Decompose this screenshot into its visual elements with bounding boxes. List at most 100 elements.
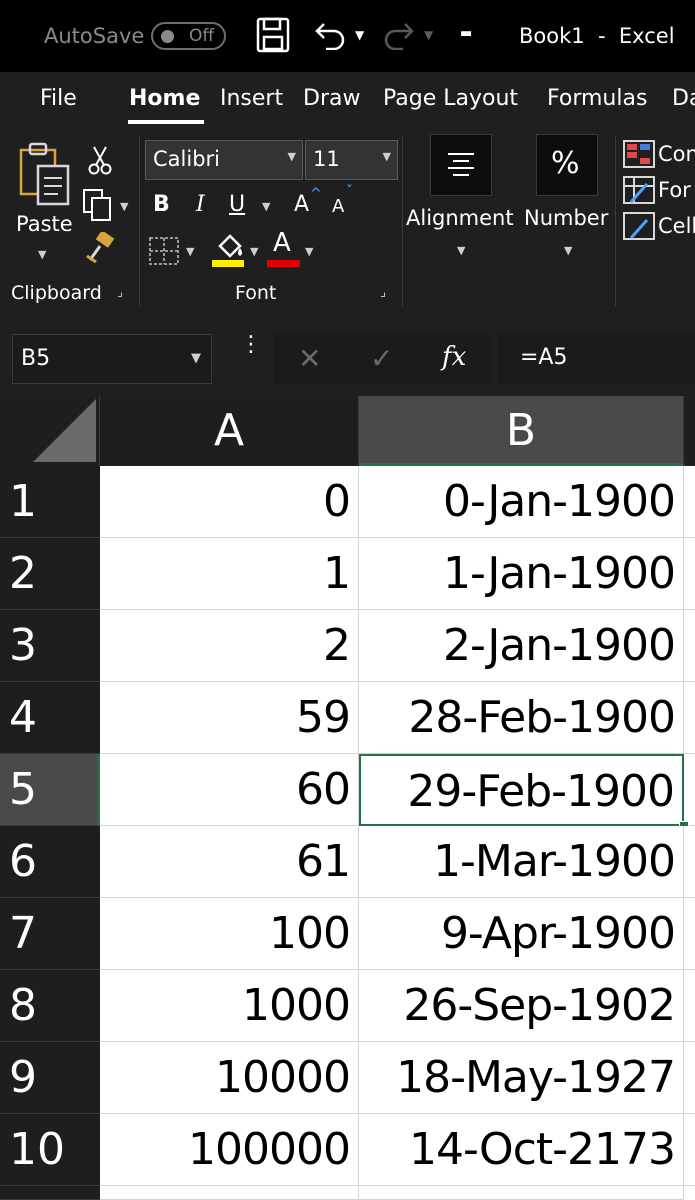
conditional-formatting-icon[interactable]: [623, 140, 655, 168]
select-all-corner[interactable]: [0, 396, 100, 466]
copy-dropdown-icon[interactable]: ▼: [120, 200, 128, 213]
clipboard-launcher-icon[interactable]: ⌟: [117, 285, 123, 300]
fill-color-icon[interactable]: [212, 230, 246, 270]
save-icon[interactable]: [256, 17, 290, 53]
row-header[interactable]: 10: [0, 1114, 100, 1186]
cell-c[interactable]: [684, 538, 695, 610]
tab-draw[interactable]: Draw: [303, 86, 360, 111]
column-header-c[interactable]: [684, 396, 695, 466]
row-header[interactable]: 5: [0, 754, 100, 826]
cell-c[interactable]: [684, 754, 695, 826]
cell-c[interactable]: [684, 682, 695, 754]
row-header[interactable]: 6: [0, 826, 100, 898]
cell-c[interactable]: [684, 610, 695, 682]
cell-b[interactable]: 0-Jan-1900: [359, 466, 684, 538]
alignment-label[interactable]: Alignment: [406, 206, 514, 230]
cell-a[interactable]: 1000: [100, 970, 359, 1042]
cell-b[interactable]: 28-Feb-1900: [359, 682, 684, 754]
italic-button[interactable]: I: [196, 192, 205, 217]
row-header[interactable]: 1: [0, 466, 100, 538]
tab-home[interactable]: Home: [129, 86, 200, 111]
bold-button[interactable]: B: [153, 192, 170, 217]
paste-label[interactable]: Paste: [16, 212, 73, 236]
tab-formulas[interactable]: Formulas: [547, 86, 647, 111]
cell-a[interactable]: 2: [100, 610, 359, 682]
insert-function-button[interactable]: fx: [442, 342, 466, 372]
cell-c[interactable]: [684, 466, 695, 538]
copy-icon[interactable]: [82, 188, 112, 222]
font-color-dropdown-icon[interactable]: ▼: [305, 245, 313, 258]
fill-color-dropdown-icon[interactable]: ▼: [250, 245, 258, 258]
column-header-b[interactable]: B: [359, 396, 684, 466]
cell-a[interactable]: 100000: [100, 1114, 359, 1186]
row-header[interactable]: 2: [0, 538, 100, 610]
cell-a[interactable]: 1: [100, 538, 359, 610]
row-header[interactable]: 8: [0, 970, 100, 1042]
cell[interactable]: [359, 1186, 684, 1200]
row-header[interactable]: 7: [0, 898, 100, 970]
cancel-icon[interactable]: ✕: [298, 342, 321, 375]
cell-styles-label[interactable]: Cell: [658, 214, 695, 238]
underline-button[interactable]: U: [229, 192, 245, 217]
cell[interactable]: [100, 1186, 359, 1200]
row-header[interactable]: 3: [0, 610, 100, 682]
undo-icon[interactable]: [314, 18, 346, 50]
tab-page-layout[interactable]: Page Layout: [383, 86, 518, 111]
font-size-combo[interactable]: 11 ▼: [305, 140, 398, 180]
cell-a[interactable]: 0: [100, 466, 359, 538]
cell-c[interactable]: [684, 898, 695, 970]
paste-dropdown-icon[interactable]: ▼: [38, 248, 46, 261]
redo-icon[interactable]: [383, 18, 415, 50]
tab-file[interactable]: File: [40, 86, 77, 111]
conditional-formatting-label[interactable]: Con: [658, 142, 695, 166]
cell-b[interactable]: 2-Jan-1900: [359, 610, 684, 682]
font-name-combo[interactable]: Calibri ▼: [145, 140, 303, 180]
cell-c[interactable]: [684, 826, 695, 898]
shrink-font-button[interactable]: A: [332, 196, 344, 217]
enter-icon[interactable]: ✓: [370, 342, 393, 375]
cell-a[interactable]: 100: [100, 898, 359, 970]
cell-b[interactable]: 26-Sep-1902: [359, 970, 684, 1042]
number-format-button[interactable]: %: [536, 134, 598, 196]
cell-a[interactable]: 59: [100, 682, 359, 754]
font-launcher-icon[interactable]: ⌟: [380, 285, 386, 300]
formula-input[interactable]: =A5: [498, 334, 695, 384]
cell-b[interactable]: 9-Apr-1900: [359, 898, 684, 970]
row-header[interactable]: 4: [0, 682, 100, 754]
cell-a[interactable]: 61: [100, 826, 359, 898]
font-color-button[interactable]: A: [273, 228, 291, 258]
autosave-toggle[interactable]: Off: [151, 22, 226, 50]
number-dropdown-icon[interactable]: ▼: [564, 244, 572, 257]
format-as-table-label[interactable]: For: [658, 178, 691, 202]
row-header[interactable]: [0, 1186, 100, 1200]
cell-b[interactable]: 1-Mar-1900: [359, 826, 684, 898]
grow-font-button[interactable]: A: [294, 192, 309, 217]
cell-a[interactable]: 60: [100, 754, 359, 826]
cell-styles-icon[interactable]: [623, 212, 655, 240]
cut-icon[interactable]: [88, 144, 112, 176]
customize-toolbar-icon[interactable]: ▬: [460, 26, 472, 41]
alignment-dropdown-icon[interactable]: ▼: [457, 244, 465, 257]
row-header[interactable]: 9: [0, 1042, 100, 1114]
more-options-icon[interactable]: ⋮: [240, 334, 262, 356]
borders-dropdown-icon[interactable]: ▼: [186, 245, 194, 258]
cell-b[interactable]: 18-May-1927: [359, 1042, 684, 1114]
tab-insert[interactable]: Insert: [220, 86, 283, 111]
number-label[interactable]: Number: [524, 206, 608, 230]
borders-icon[interactable]: [148, 236, 180, 266]
alignment-button[interactable]: [430, 134, 492, 196]
cell-b[interactable]: 29-Feb-1900: [359, 754, 684, 826]
cell-c[interactable]: [684, 970, 695, 1042]
cell-a[interactable]: 10000: [100, 1042, 359, 1114]
format-painter-icon[interactable]: [84, 232, 116, 264]
underline-dropdown-icon[interactable]: ▼: [262, 200, 270, 213]
cell-b[interactable]: 14-Oct-2173: [359, 1114, 684, 1186]
cell-c[interactable]: [684, 1114, 695, 1186]
tab-data[interactable]: Da: [672, 86, 695, 111]
redo-dropdown-icon[interactable]: ▼: [424, 28, 433, 42]
column-header-a[interactable]: A: [100, 396, 359, 466]
undo-dropdown-icon[interactable]: ▼: [355, 28, 364, 42]
cell-b[interactable]: 1-Jan-1900: [359, 538, 684, 610]
cell-c[interactable]: [684, 1042, 695, 1114]
format-as-table-icon[interactable]: [623, 176, 655, 204]
